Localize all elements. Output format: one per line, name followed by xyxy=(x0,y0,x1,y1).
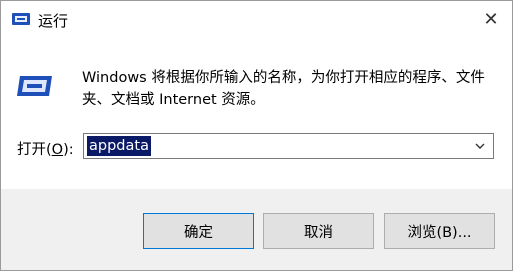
dialog-description: Windows 将根据你所输入的名称，为你打开相应的程序、文件夹、文档或 Int… xyxy=(82,70,485,108)
run-icon xyxy=(12,13,30,25)
run-icon xyxy=(17,76,52,96)
ok-button[interactable]: 确定 xyxy=(143,213,254,249)
dialog-content: Windows 将根据你所输入的名称，为你打开相应的程序、文件夹、文档或 Int… xyxy=(1,37,512,189)
open-label: 打开(O): xyxy=(17,142,74,158)
open-input[interactable]: appdata xyxy=(87,136,151,156)
title-bar[interactable]: 运行 ✕ xyxy=(1,1,512,37)
open-combobox[interactable]: appdata xyxy=(83,133,494,159)
chevron-down-icon[interactable] xyxy=(473,138,487,154)
dialog-footer: 确定 取消 浏览(B)... xyxy=(1,189,512,270)
close-icon: ✕ xyxy=(483,8,499,30)
window-title: 运行 xyxy=(38,12,69,30)
close-button[interactable]: ✕ xyxy=(476,5,506,33)
cancel-button[interactable]: 取消 xyxy=(263,213,374,249)
run-dialog: 运行 ✕ Windows 将根据你所输入的名称，为你打开相应的程序、文件夹、文档… xyxy=(0,0,513,271)
browse-button[interactable]: 浏览(B)... xyxy=(384,213,495,249)
